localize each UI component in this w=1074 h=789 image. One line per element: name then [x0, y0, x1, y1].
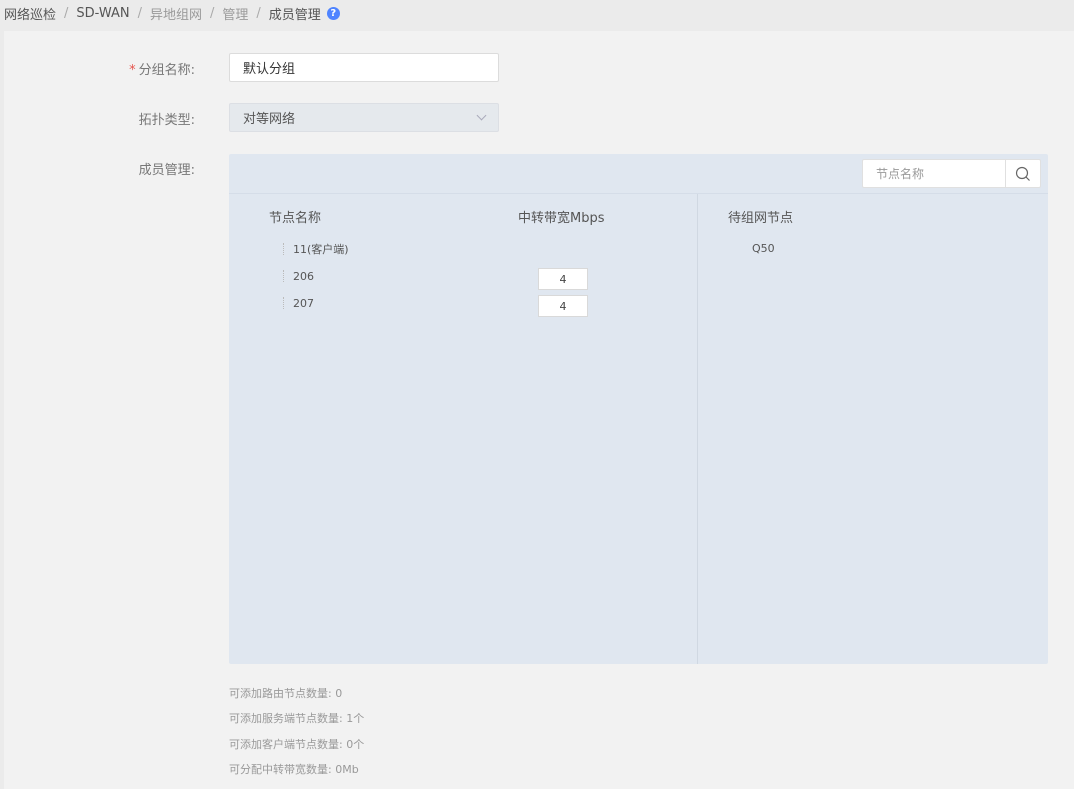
breadcrumb-network-inspection[interactable]: 网络巡检 [4, 4, 56, 23]
tree-branch-line [283, 243, 293, 255]
breadcrumb-member-management: 成员管理 [268, 7, 321, 23]
pending-node-item[interactable]: Q50 [752, 242, 775, 255]
relay-bandwidth-input[interactable]: 4 [538, 295, 588, 317]
breadcrumb: 网络巡检 / SD-WAN / 异地组网 / 管理 / 成员管理 ? [4, 0, 340, 26]
chevron-down-icon [476, 110, 487, 121]
column-header-node-name: 节点名称 [269, 211, 322, 226]
panel-divider [697, 194, 698, 664]
node-row[interactable]: 206 [283, 268, 314, 284]
node-row[interactable]: 11(客户端) [283, 241, 349, 257]
breadcrumb-separator: / [256, 5, 261, 21]
topology-type-label: 拓扑类型: [138, 113, 195, 128]
topology-type-select[interactable]: 对等网络 [229, 103, 499, 132]
breadcrumb-sdwan[interactable]: SD-WAN [76, 6, 129, 21]
breadcrumb-separator: / [64, 5, 69, 21]
search-icon [1015, 166, 1030, 181]
node-search-box [862, 159, 1041, 188]
topology-type-value: 对等网络 [243, 112, 296, 127]
group-name-input[interactable]: 默认分组 [229, 53, 499, 82]
node-row[interactable]: 207 [283, 295, 314, 311]
search-button[interactable] [1005, 160, 1040, 187]
node-search-input[interactable] [863, 160, 1005, 187]
tree-branch-line [283, 270, 293, 282]
node-name: 206 [293, 269, 314, 283]
stat-server-nodes: 可添加服务端节点数量: 1个 [229, 712, 365, 725]
node-name: 11(客户端) [293, 243, 349, 256]
main-content: *分组名称: 默认分组 拓扑类型: 对等网络 成员管理: 节点名称 中转带宽M [4, 31, 1074, 789]
panel-toolbar [229, 154, 1048, 194]
column-header-pending-nodes: 待组网节点 [728, 211, 794, 226]
group-name-label: * 分组名称: [4, 59, 195, 78]
help-icon[interactable]: ? [326, 6, 340, 20]
stat-router-nodes: 可添加路由节点数量: 0 [229, 687, 343, 700]
stat-relay-bandwidth: 可分配中转带宽数量: 0Mb [229, 763, 359, 776]
column-header-relay-bandwidth: 中转带宽Mbps [518, 211, 605, 226]
member-panel: 节点名称 中转带宽Mbps 待组网节点 11(客户端) 206 207 4 4 … [229, 154, 1048, 664]
breadcrumb-separator: / [210, 5, 215, 21]
members-label: 成员管理: [138, 163, 195, 178]
tree-branch-line [283, 297, 293, 309]
required-mark: * [129, 63, 136, 78]
relay-bandwidth-input[interactable]: 4 [538, 268, 588, 290]
breadcrumb-manage[interactable]: 管理 [222, 4, 248, 23]
breadcrumb-separator: / [137, 5, 142, 21]
breadcrumb-remote-networking[interactable]: 异地组网 [150, 4, 202, 23]
group-name-label-text: 分组名称: [138, 63, 195, 78]
group-name-value: 默认分组 [243, 62, 296, 77]
stat-client-nodes: 可添加客户端节点数量: 0个 [229, 738, 365, 751]
node-name: 207 [293, 296, 314, 310]
